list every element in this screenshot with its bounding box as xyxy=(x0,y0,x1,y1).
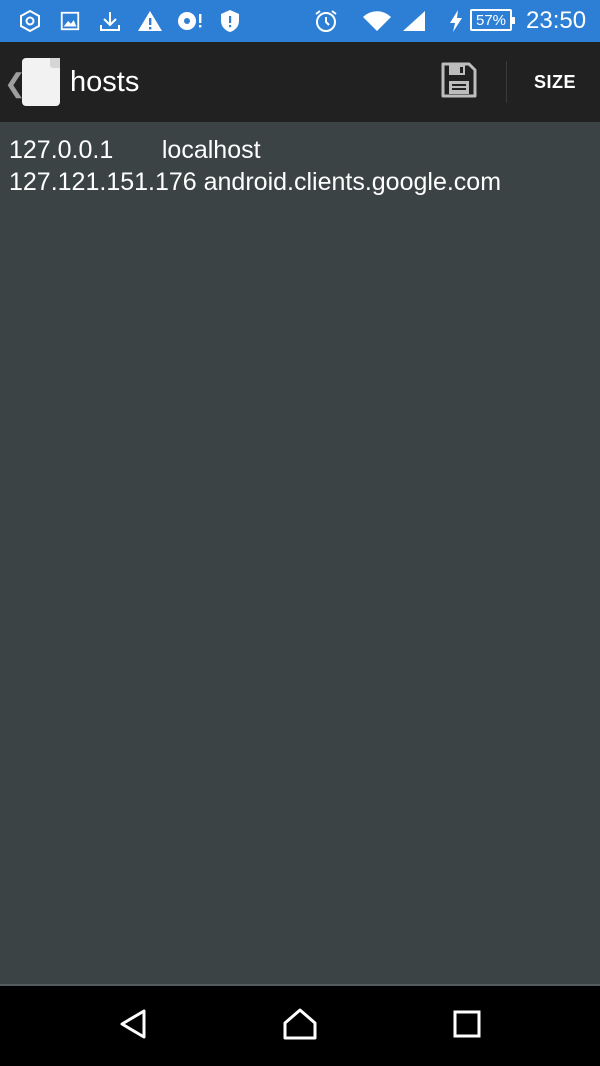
warning-icon xyxy=(136,7,164,35)
home-button[interactable] xyxy=(280,1006,320,1046)
save-icon xyxy=(440,61,478,104)
signal-icon xyxy=(400,7,428,35)
back-button[interactable] xyxy=(114,1006,154,1046)
file-icon[interactable] xyxy=(22,58,60,106)
size-button[interactable]: SIZE xyxy=(520,72,590,93)
shield-icon xyxy=(216,7,244,35)
back-icon xyxy=(118,1008,150,1045)
editor-line[interactable]: 127.121.151.176 android.clients.google.c… xyxy=(9,168,501,197)
hexagon-icon xyxy=(16,7,44,35)
wifi-icon xyxy=(360,7,394,35)
save-button[interactable] xyxy=(434,58,484,106)
charging-icon xyxy=(446,7,466,35)
toolbar-divider xyxy=(506,61,507,103)
page-title: hosts xyxy=(70,66,140,98)
battery-indicator: 57% xyxy=(470,9,515,31)
toolbar: ❮ hosts SIZE xyxy=(0,42,600,122)
home-icon xyxy=(282,1007,318,1046)
status-time: 23:50 xyxy=(526,7,587,34)
alarm-icon xyxy=(312,7,340,35)
image-icon xyxy=(56,7,84,35)
recents-button[interactable] xyxy=(447,1006,487,1046)
text-editor[interactable]: 127.0.0.1 localhost 127.121.151.176 andr… xyxy=(0,122,600,986)
navigation-bar xyxy=(0,986,600,1066)
recents-icon xyxy=(452,1009,482,1044)
disc-icon xyxy=(176,7,204,35)
download-icon xyxy=(96,7,124,35)
editor-line[interactable]: 127.0.0.1 localhost xyxy=(9,136,261,165)
status-bar: 57% 23:50 xyxy=(0,0,600,42)
